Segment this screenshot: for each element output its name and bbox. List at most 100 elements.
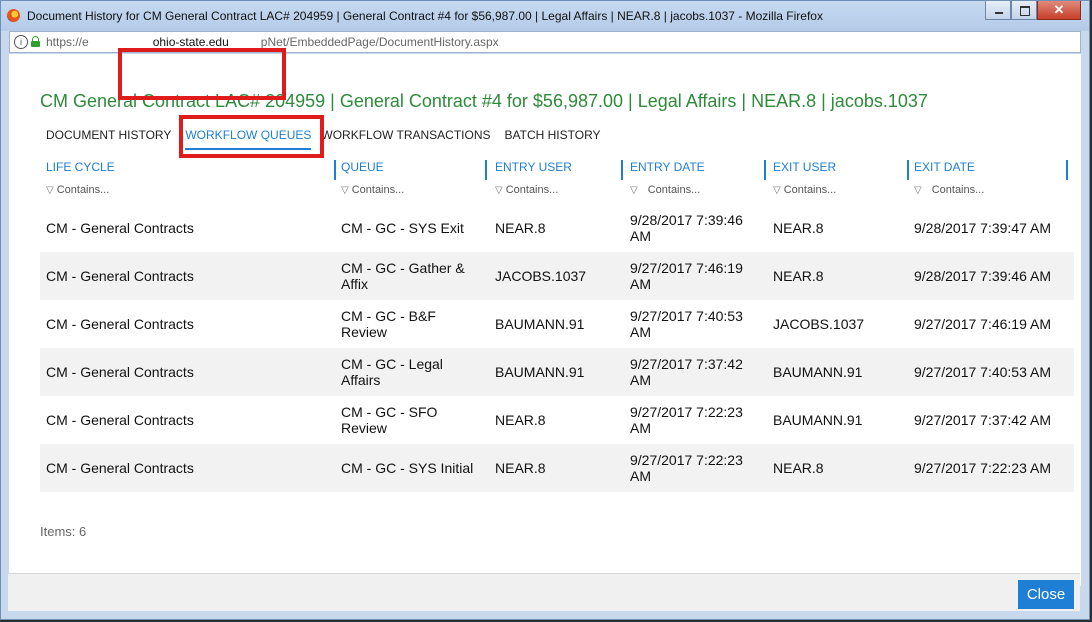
cell-exit-user: BAUMANN.91 (773, 412, 863, 428)
cell-life-cycle: CM - General Contracts (46, 412, 194, 428)
col-label: ENTRY DATE (630, 160, 705, 174)
close-x-icon: ✕ (1053, 2, 1065, 17)
filter-life-cycle[interactable]: ▽ Contains... (46, 184, 109, 196)
table-row[interactable]: CM - General Contracts CM - GC - SFO Revi… (40, 396, 1074, 444)
cell-entry-date: 9/28/2017 7:39:46 AM (630, 212, 743, 244)
cell-exit-date: 9/28/2017 7:39:47 AM (914, 220, 1051, 236)
cell-entry-user: NEAR.8 (495, 220, 546, 236)
highlight-box-url (118, 48, 286, 100)
url-path: pNet/EmbeddedPage/DocumentHistory.aspx (260, 35, 499, 49)
cell-queue: CM - GC - B&F Review (341, 308, 436, 340)
tab-bar: DOCUMENT HISTORY WORKFLOW QUEUES WORKFLO… (46, 128, 613, 150)
col-label: EXIT DATE (914, 160, 975, 174)
filter-icon[interactable]: ▽ (46, 185, 54, 196)
cell-exit-user: JACOBS.1037 (773, 316, 865, 332)
cell-entry-date: 9/27/2017 7:22:23 AM (630, 404, 743, 436)
filter-queue[interactable]: ▽ Contains... (341, 184, 404, 196)
highlight-box-tab (179, 115, 324, 158)
filter-placeholder: Contains... (931, 184, 985, 196)
close-window-button[interactable]: ✕ (1037, 1, 1081, 20)
cell-entry-user: NEAR.8 (495, 412, 546, 428)
column-separator[interactable] (334, 160, 336, 180)
col-label: ENTRY USER (495, 160, 572, 174)
cell-exit-user: BAUMANN.91 (773, 364, 863, 380)
cell-life-cycle: CM - General Contracts (46, 364, 194, 380)
column-separator[interactable] (1066, 160, 1068, 180)
col-header-life-cycle[interactable]: LIFE CYCLE (46, 160, 336, 182)
cell-queue: CM - GC - Legal Affairs (341, 356, 443, 388)
filter-placeholder: Contains... (351, 184, 405, 196)
table-row[interactable]: CM - General Contracts CM - GC - B&F Revi… (40, 300, 1074, 348)
close-button[interactable]: Close (1018, 580, 1074, 609)
table-row[interactable]: CM - General Contracts CM - GC - SYS Init… (40, 444, 1074, 492)
col-header-exit-user[interactable]: EXIT USER (773, 160, 909, 182)
cell-entry-user: BAUMANN.91 (495, 316, 585, 332)
col-header-entry-user[interactable]: ENTRY USER (495, 160, 623, 182)
tab-workflow-transactions[interactable]: WORKFLOW TRANSACTIONS (321, 128, 490, 150)
cell-life-cycle: CM - General Contracts (46, 460, 194, 476)
filter-icon[interactable]: ▽ (495, 185, 503, 196)
minimize-button[interactable] (985, 1, 1011, 20)
col-header-queue[interactable]: QUEUE (341, 160, 487, 182)
dialog-footer: Close (8, 573, 1080, 611)
column-separator[interactable] (764, 160, 766, 180)
table-row[interactable]: CM - General Contracts CM - GC - SYS Exit… (40, 204, 1074, 252)
tab-document-history[interactable]: DOCUMENT HISTORY (46, 128, 171, 150)
cell-exit-date: 9/27/2017 7:22:23 AM (914, 460, 1051, 476)
col-header-exit-date[interactable]: EXIT DATE (914, 160, 1068, 182)
filter-entry-user[interactable]: ▽ Contains... (495, 184, 558, 196)
cell-exit-date: 9/28/2017 7:39:46 AM (914, 268, 1051, 284)
filter-icon[interactable]: ▽ (630, 185, 638, 196)
filter-placeholder: Contains... (56, 184, 110, 196)
cell-entry-user: BAUMANN.91 (495, 364, 585, 380)
cell-life-cycle: CM - General Contracts (46, 220, 194, 236)
cell-exit-user: NEAR.8 (773, 460, 824, 476)
cell-life-cycle: CM - General Contracts (46, 316, 194, 332)
filter-exit-user[interactable]: ▽ Contains... (773, 184, 836, 196)
col-label: QUEUE (341, 160, 384, 174)
table-row[interactable]: CM - General Contracts CM - GC - Gather &… (40, 252, 1074, 300)
cell-entry-date: 9/27/2017 7:46:19 AM (630, 260, 743, 292)
info-icon[interactable]: i (14, 35, 28, 49)
cell-entry-user: NEAR.8 (495, 460, 546, 476)
cell-entry-date: 9/27/2017 7:37:42 AM (630, 356, 743, 388)
filter-entry-date[interactable]: ▽ Contains... (630, 184, 700, 196)
lock-icon[interactable] (31, 36, 40, 47)
cell-entry-user: JACOBS.1037 (495, 268, 587, 284)
filter-icon[interactable]: ▽ (341, 185, 349, 196)
cell-queue: CM - GC - SFO Review (341, 404, 438, 436)
window-title: Document History for CM General Contract… (27, 9, 823, 23)
table-row[interactable]: CM - General Contracts CM - GC - Legal Af… (40, 348, 1074, 396)
cell-entry-date: 9/27/2017 7:40:53 AM (630, 308, 743, 340)
column-separator[interactable] (621, 160, 623, 180)
cell-queue: CM - GC - Gather & Affix (341, 260, 465, 292)
cell-entry-date: 9/27/2017 7:22:23 AM (630, 452, 743, 484)
url-text[interactable]: https://e ohio-state.edu pNet/EmbeddedPage… (46, 35, 499, 49)
firefox-icon (7, 9, 20, 22)
column-separator[interactable] (485, 160, 487, 180)
col-header-entry-date[interactable]: ENTRY DATE (630, 160, 766, 182)
tab-batch-history[interactable]: BATCH HISTORY (505, 128, 601, 150)
filter-exit-date[interactable]: ▽ Contains... (914, 184, 984, 196)
cell-exit-user: NEAR.8 (773, 220, 824, 236)
cell-queue: CM - GC - SYS Initial (341, 460, 474, 476)
column-separator[interactable] (907, 160, 909, 180)
col-label: EXIT USER (773, 160, 837, 174)
filter-placeholder: Contains... (505, 184, 559, 196)
items-count: Items: 6 (40, 524, 87, 539)
cell-queue: CM - GC - SYS Exit (341, 220, 464, 236)
url-domain: ohio-state.edu (152, 35, 229, 49)
filter-placeholder: Contains... (783, 184, 837, 196)
cell-exit-date: 9/27/2017 7:46:19 AM (914, 316, 1051, 332)
cell-life-cycle: CM - General Contracts (46, 268, 194, 284)
title-bar: Document History for CM General Contract… (1, 1, 1089, 31)
filter-icon[interactable]: ▽ (914, 185, 922, 196)
filter-icon[interactable]: ▽ (773, 185, 781, 196)
url-scheme: https://e (46, 35, 89, 49)
filter-placeholder: Contains... (647, 184, 701, 196)
cell-exit-date: 9/27/2017 7:37:42 AM (914, 412, 1051, 428)
cell-exit-date: 9/27/2017 7:40:53 AM (914, 364, 1051, 380)
cell-exit-user: NEAR.8 (773, 268, 824, 284)
maximize-button[interactable] (1011, 1, 1037, 20)
col-label: LIFE CYCLE (46, 160, 115, 174)
